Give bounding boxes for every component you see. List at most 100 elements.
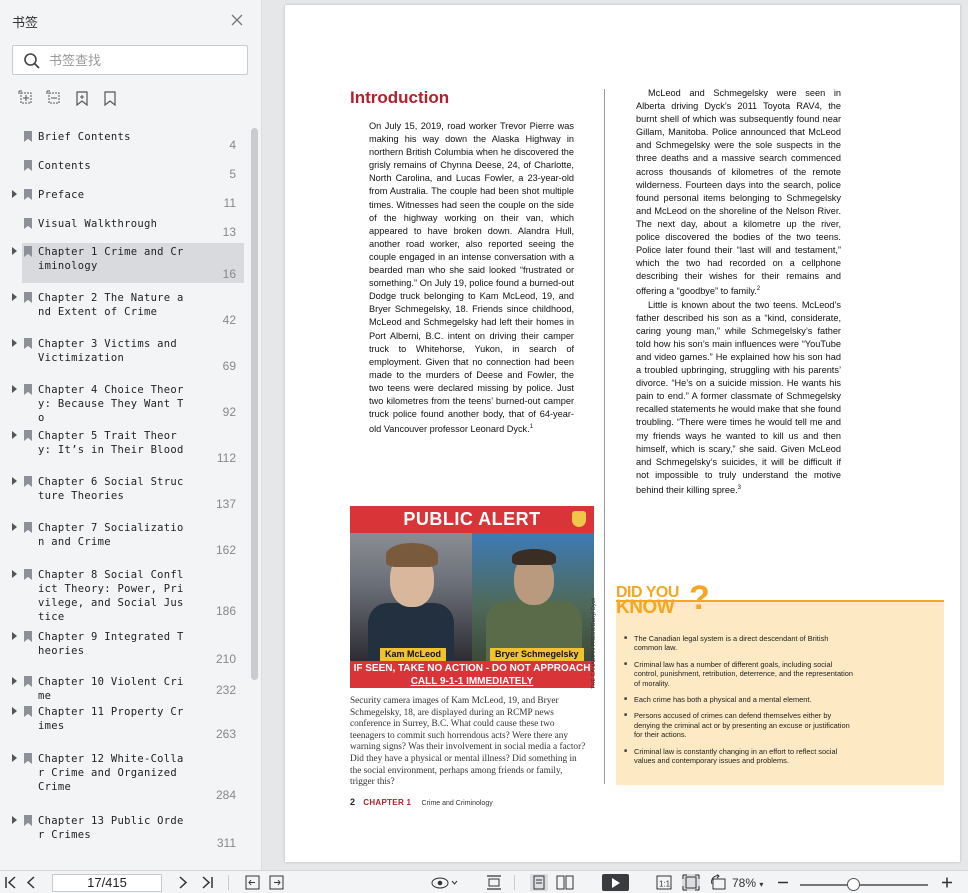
bookmark-item[interactable]: Chapter 1 Crime and Criminology 16	[12, 243, 244, 283]
hair-shape	[512, 549, 556, 565]
single-page-icon[interactable]	[530, 874, 548, 891]
public-alert-photo: PUBLIC ALERT Kam McLeod Bryer Schmegelsk…	[350, 506, 594, 688]
chapter-label: CHAPTER 1	[363, 798, 412, 807]
bookmark-label: Chapter 3 Victims and Victimization	[38, 338, 184, 364]
bookmark-icon	[24, 218, 32, 229]
bookmark-item[interactable]: Chapter 2 The Nature and Extent of Crime…	[12, 289, 244, 329]
expand-arrow-icon[interactable]	[12, 523, 17, 531]
expand-arrow-icon[interactable]	[12, 339, 17, 347]
did-you-know-title: DID YOU KNOW ?	[616, 581, 710, 618]
zoom-in-icon[interactable]	[940, 874, 954, 891]
bookmark-search-box[interactable]	[12, 45, 248, 75]
bookmark-item[interactable]: Chapter 9 Integrated Theories 210	[12, 628, 244, 668]
sidebar-scrollbar[interactable]	[251, 128, 258, 680]
bookmark-label: Chapter 7 Socialization and Crime	[38, 522, 184, 548]
did-you-know-list: The Canadian legal system is a direct de…	[624, 634, 854, 772]
chevron-down-icon: ▾	[759, 880, 764, 889]
expand-arrow-icon[interactable]	[12, 677, 17, 685]
bookmark-item[interactable]: Contents 5	[22, 157, 244, 183]
alert-banner: PUBLIC ALERT	[350, 506, 594, 533]
expand-arrow-icon[interactable]	[12, 632, 17, 640]
bookmark-page-number: 92	[222, 405, 236, 419]
last-page-icon[interactable]	[200, 874, 214, 891]
previous-page-icon[interactable]	[24, 874, 38, 891]
zoom-level[interactable]: 78% ▾	[732, 876, 763, 890]
expand-arrow-icon[interactable]	[12, 477, 17, 485]
zoom-slider-track[interactable]	[800, 884, 928, 886]
bookmark-label: Chapter 9 Integrated Theories	[38, 631, 184, 657]
bookmark-list: Brief Contents 4 Contents 5 Preface 11 Visual …	[10, 125, 250, 870]
close-icon[interactable]	[229, 12, 245, 28]
play-slideshow-button[interactable]	[602, 874, 629, 891]
page-number-input[interactable]: 17/415	[52, 874, 162, 892]
bookmark-page-number: 263	[215, 727, 236, 741]
sidebar-title: 书签	[12, 15, 39, 30]
zoom-slider-handle[interactable]	[847, 878, 860, 891]
expand-arrow-icon[interactable]	[12, 816, 17, 824]
expand-all-icon[interactable]	[18, 90, 34, 106]
two-page-icon[interactable]	[556, 874, 574, 891]
bookmark-item[interactable]: Chapter 3 Victims and Victimization 69	[12, 335, 244, 375]
footnote-ref: 2	[756, 286, 761, 293]
bookmark-item[interactable]: Chapter 10 Violent Crime 232	[12, 673, 244, 702]
separator	[514, 875, 515, 890]
paragraph-text: McLeod and Schmegelsky were seen in Albe…	[636, 88, 841, 297]
svg-text:1:1: 1:1	[659, 880, 671, 889]
bookmark-sidebar: 书签 Brief Contents 4 Contents 5 Preface 11 Visu…	[0, 0, 262, 870]
bookmark-item[interactable]: Visual Walkthrough 13	[22, 215, 244, 241]
go-forward-icon[interactable]	[269, 874, 284, 891]
add-bookmark-icon[interactable]	[74, 90, 90, 106]
expand-arrow-icon[interactable]	[12, 190, 17, 198]
paragraph-text: Little is known about the two teens. McL…	[636, 299, 841, 495]
document-viewer[interactable]: Introduction On July 15, 2019, road work…	[263, 0, 968, 870]
bookmark-label: Chapter 6 Social Structure Theories	[38, 476, 184, 502]
bookmark-label: Contents	[38, 160, 91, 172]
bookmark-item[interactable]: Chapter 7 Socialization and Crime 162	[12, 519, 244, 559]
rotate-icon[interactable]	[709, 874, 727, 891]
expand-arrow-icon[interactable]	[12, 293, 17, 301]
bookmark-page-number: 11	[223, 196, 236, 210]
question-mark-icon: ?	[689, 579, 710, 617]
bookmark-item[interactable]: Chapter 6 Social Structure Theories 137	[12, 473, 244, 513]
bookmark-item[interactable]: Chapter 5 Trait Theory: It’s in Their Bl…	[12, 427, 244, 467]
bookmark-item[interactable]: Chapter 11 Property Crimes 263	[12, 703, 244, 743]
bookmark-item[interactable]: Chapter 12 White-Collar Crime and Organi…	[12, 750, 244, 804]
bookmark-search-input[interactable]	[49, 51, 239, 69]
bookmark-item[interactable]: Chapter 4 Choice Theory: Because They Wa…	[12, 381, 244, 424]
expand-arrow-icon[interactable]	[12, 385, 17, 393]
read-mode-icon[interactable]	[430, 874, 458, 891]
bookmark-item[interactable]: Brief Contents 4	[22, 128, 244, 154]
go-back-icon[interactable]	[245, 874, 260, 891]
expand-arrow-icon[interactable]	[12, 431, 17, 439]
bookmark-icon	[24, 131, 32, 142]
actual-size-icon[interactable]: 1:1	[656, 874, 672, 891]
bookmark-label: Chapter 2 The Nature and Extent of Crime	[38, 292, 184, 318]
bookmark-icon	[24, 706, 32, 717]
bookmark-icon	[24, 246, 32, 257]
bookmark-item[interactable]: Chapter 13 Public Order Crimes 311	[12, 812, 244, 852]
collapse-all-icon[interactable]	[46, 90, 62, 106]
footnote-ref: 3	[737, 484, 741, 491]
expand-arrow-icon[interactable]	[12, 707, 17, 715]
bookmark-item[interactable]: Preface 11	[12, 186, 244, 212]
paragraph: On July 15, 2019, road worker Trevor Pie…	[369, 121, 574, 435]
bookmark-icon	[24, 631, 32, 642]
first-page-icon[interactable]	[4, 874, 18, 891]
scroll-mode-icon[interactable]	[486, 874, 502, 891]
bookmark-icon[interactable]	[102, 90, 118, 106]
bookmark-icon	[24, 753, 32, 764]
title-line: KNOW	[616, 597, 675, 618]
bookmark-item[interactable]: Chapter 8 Social Conflict Theory: Power,…	[12, 566, 244, 623]
bookmark-page-number: 42	[222, 313, 236, 327]
bookmark-page-number: 284	[215, 788, 236, 802]
expand-arrow-icon[interactable]	[12, 754, 17, 762]
bookmark-page-number: 16	[222, 267, 236, 281]
page-footer: 2 CHAPTER 1 Crime and Criminology	[350, 797, 493, 807]
bookmark-page-number: 137	[215, 497, 236, 511]
fit-page-icon[interactable]	[682, 874, 700, 891]
zoom-out-icon[interactable]	[776, 874, 790, 891]
expand-arrow-icon[interactable]	[12, 247, 17, 255]
next-page-icon[interactable]	[176, 874, 190, 891]
suspect-photo-right	[472, 533, 594, 661]
expand-arrow-icon[interactable]	[12, 570, 17, 578]
